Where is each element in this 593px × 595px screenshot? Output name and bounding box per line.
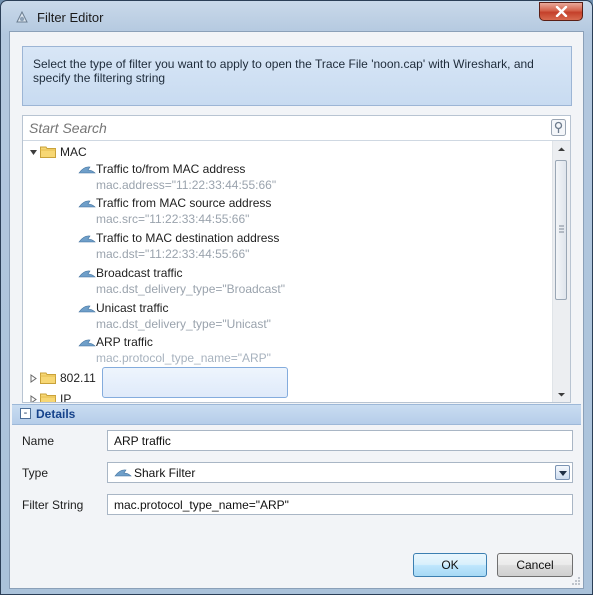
- tree-item-traffic-to-from-mac[interactable]: Traffic to/from MAC address mac.address=…: [78, 161, 338, 193]
- tree-item-filter-string: mac.dst="11:22:33:44:55:66": [96, 247, 250, 261]
- search-input[interactable]: [29, 119, 539, 136]
- tree-group-mac[interactable]: MAC: [29, 144, 229, 160]
- tree-scrollbar[interactable]: [552, 141, 570, 402]
- chevron-down-icon: [559, 471, 567, 476]
- shark-fin-icon: [78, 166, 96, 174]
- tree-group-ip[interactable]: IP: [29, 391, 229, 402]
- tree-item-broadcast-traffic[interactable]: Broadcast traffic mac.dst_delivery_type=…: [78, 265, 338, 297]
- dialog-client-area: Select the type of filter you want to ap…: [9, 31, 584, 589]
- shark-fin-icon: [78, 305, 96, 313]
- collapse-details-button[interactable]: -: [20, 408, 31, 419]
- folder-icon: [40, 146, 56, 158]
- tree-item-label: Traffic to MAC destination address: [96, 231, 280, 245]
- tree-item-unicast-traffic[interactable]: Unicast traffic mac.dst_delivery_type="U…: [78, 300, 338, 332]
- tree-item-filter-string: mac.address="11:22:33:44:55:66": [96, 178, 277, 192]
- scroll-thumb[interactable]: [555, 160, 567, 300]
- tree-item-label: ARP traffic: [96, 335, 153, 349]
- filter-tree-panel: MAC Traffic to/from MAC address mac.addr…: [22, 115, 571, 403]
- filter-tree: MAC Traffic to/from MAC address mac.addr…: [23, 142, 549, 402]
- type-select-value: Shark Filter: [134, 466, 196, 480]
- resize-grip-icon[interactable]: [571, 576, 581, 586]
- folder-icon: [40, 393, 56, 402]
- expanded-arrow-icon[interactable]: [29, 148, 38, 157]
- close-icon: [555, 6, 568, 17]
- tree-group-label: IP: [60, 392, 72, 402]
- collapsed-arrow-icon[interactable]: [29, 395, 38, 402]
- tree-item-filter-string: mac.src="11:22:33:44:55:66": [96, 212, 250, 226]
- tree-item-filter-string: mac.dst_delivery_type="Broadcast": [96, 282, 285, 296]
- tree-item-label: Traffic from MAC source address: [96, 196, 272, 210]
- shark-fin-icon: [114, 469, 132, 477]
- title-bar[interactable]: Filter Editor: [1, 1, 592, 33]
- ok-button[interactable]: OK: [413, 553, 487, 577]
- chevron-down-icon: [558, 393, 565, 397]
- instructions-text: Select the type of filter you want to ap…: [22, 46, 572, 106]
- name-label: Name: [22, 434, 55, 448]
- tree-item-label: Traffic to/from MAC address: [96, 162, 246, 176]
- details-section-header: - Details: [12, 404, 581, 425]
- cancel-button[interactable]: Cancel: [497, 553, 573, 577]
- shark-fin-icon: [78, 270, 96, 278]
- filter-editor-app-icon: [16, 10, 28, 23]
- type-dropdown-button[interactable]: [555, 465, 570, 480]
- scroll-down-button[interactable]: [553, 386, 570, 402]
- window-title: Filter Editor: [37, 10, 104, 25]
- tree-group-label: MAC: [60, 145, 87, 159]
- search-icon[interactable]: [551, 119, 566, 136]
- tree-item-filter-string: mac.protocol_type_name="ARP": [96, 351, 271, 365]
- shark-fin-icon: [78, 235, 96, 243]
- type-select[interactable]: Shark Filter: [107, 462, 573, 483]
- tree-item-label: Unicast traffic: [96, 301, 169, 315]
- tree-item-arp-traffic[interactable]: ARP traffic mac.protocol_type_name="ARP": [78, 334, 338, 366]
- tree-group-label: 802.11: [60, 371, 96, 385]
- collapsed-arrow-icon[interactable]: [29, 374, 38, 383]
- grip-lines-icon: [559, 225, 564, 233]
- shark-fin-icon: [78, 200, 96, 208]
- tree-item-label: Broadcast traffic: [96, 266, 183, 280]
- tree-group-802-11[interactable]: 802.11: [29, 370, 229, 386]
- tree-item-filter-string: mac.dst_delivery_type="Unicast": [96, 317, 271, 331]
- filter-editor-window: Filter Editor Select the type of filter …: [0, 0, 593, 595]
- name-field[interactable]: ARP traffic: [107, 430, 573, 451]
- type-label: Type: [22, 466, 49, 480]
- folder-icon: [40, 372, 56, 384]
- tree-item-traffic-from-mac-source[interactable]: Traffic from MAC source address mac.src=…: [78, 195, 338, 227]
- search-row: [23, 116, 570, 141]
- chevron-up-icon: [558, 147, 565, 151]
- scroll-up-button[interactable]: [553, 141, 570, 158]
- shark-fin-icon: [78, 339, 96, 347]
- tree-item-traffic-to-mac-destination[interactable]: Traffic to MAC destination address mac.d…: [78, 230, 338, 262]
- filter-string-label: Filter String: [22, 498, 84, 512]
- filter-string-field[interactable]: mac.protocol_type_name="ARP": [107, 494, 573, 515]
- close-button[interactable]: [539, 2, 583, 21]
- details-title: Details: [36, 407, 76, 421]
